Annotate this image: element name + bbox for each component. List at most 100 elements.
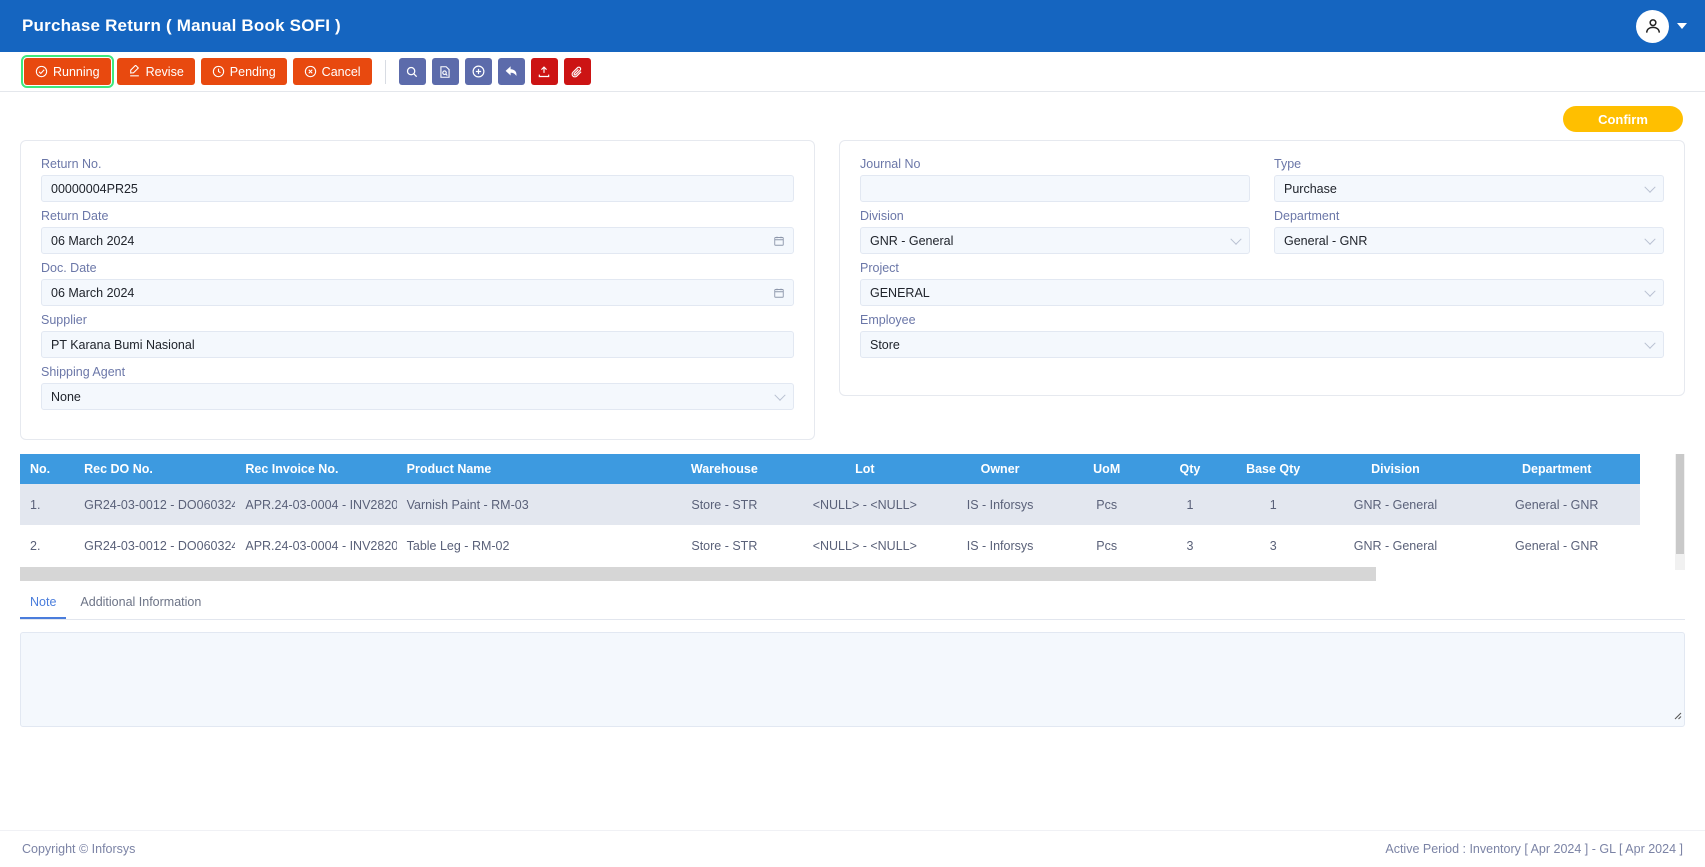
cell-lot: <NULL> - <NULL> <box>791 525 938 566</box>
chevron-down-icon[interactable] <box>774 389 786 401</box>
toolbar: Running Revise Pending Cancel <box>0 52 1705 92</box>
cell-qty: 3 <box>1150 525 1229 566</box>
chevron-down-icon[interactable] <box>1230 233 1242 245</box>
cell-warehouse: Store - STR <box>656 525 792 566</box>
column-header-owner[interactable]: Owner <box>937 454 1063 484</box>
note-textarea[interactable] <box>20 632 1685 727</box>
value-return-no: 00000004PR25 <box>51 181 138 196</box>
column-header-base-qty[interactable]: Base Qty <box>1228 454 1318 484</box>
column-header-qty[interactable]: Qty <box>1150 454 1229 484</box>
row-journal-type: Journal No Type Purchase <box>860 157 1664 209</box>
copyright-text: Copyright © Inforsys <box>22 842 136 856</box>
column-header-lot[interactable]: Lot <box>791 454 938 484</box>
status-button-revise[interactable]: Revise <box>116 58 195 85</box>
cell-base-qty: 3 <box>1228 525 1318 566</box>
active-period-text: Active Period : Inventory [ Apr 2024 ] -… <box>1385 842 1683 856</box>
status-button-running[interactable]: Running <box>21 55 114 88</box>
table-header: No. Rec DO No. Rec Invoice No. Product N… <box>20 454 1640 484</box>
select-shipping-agent[interactable]: None <box>41 383 794 410</box>
cell-lot: <NULL> - <NULL> <box>791 484 938 525</box>
table-row[interactable]: 2. GR24-03-0012 - DO060324 APR.24-03-000… <box>20 525 1640 566</box>
confirm-row: Confirm <box>20 92 1685 140</box>
label-return-no: Return No. <box>41 157 102 171</box>
add-button[interactable] <box>464 58 492 85</box>
value-return-date: 06 March 2024 <box>51 233 135 248</box>
label-type: Type <box>1274 157 1302 171</box>
column-header-rec-invoice-no[interactable]: Rec Invoice No. <box>235 454 397 484</box>
select-division[interactable]: GNR - General <box>860 227 1250 254</box>
chevron-down-icon[interactable] <box>1644 233 1656 245</box>
chevron-down-icon[interactable] <box>1644 337 1656 349</box>
cell-rec-do-no: GR24-03-0012 - DO060324 <box>74 525 236 566</box>
tab-additional-information[interactable]: Additional Information <box>70 588 211 619</box>
input-doc-date[interactable]: 06 March 2024 <box>41 279 794 306</box>
toolbar-divider <box>384 59 386 84</box>
scrollbar-thumb[interactable] <box>1676 454 1684 554</box>
calendar-icon[interactable] <box>773 235 785 250</box>
value-employee: Store <box>870 337 900 352</box>
input-journal-no[interactable] <box>860 175 1250 202</box>
cell-base-qty: 1 <box>1228 484 1318 525</box>
undo-arrow-icon <box>505 66 517 77</box>
calendar-icon[interactable] <box>773 287 785 302</box>
resize-handle-icon[interactable] <box>1670 707 1682 725</box>
app-header: Purchase Return ( Manual Book SOFI ) <box>0 0 1705 52</box>
check-circle-icon <box>35 65 48 78</box>
grid-horizontal-scrollbar[interactable] <box>20 566 1640 582</box>
cell-product-name: Table Leg - RM-02 <box>396 525 657 566</box>
status-button-pending[interactable]: Pending <box>200 58 287 85</box>
document-search-button[interactable] <box>431 58 459 85</box>
select-type[interactable]: Purchase <box>1274 175 1664 202</box>
select-employee[interactable]: Store <box>860 331 1664 358</box>
input-return-no[interactable]: 00000004PR25 <box>41 175 794 202</box>
chevron-down-icon[interactable] <box>1677 23 1687 29</box>
grid-viewport[interactable]: No. Rec DO No. Rec Invoice No. Product N… <box>20 454 1685 582</box>
value-shipping-agent: None <box>51 389 81 404</box>
field-return-no: Return No. 00000004PR25 <box>41 157 794 202</box>
value-department: General - GNR <box>1284 233 1368 248</box>
grid-vertical-scrollbar[interactable] <box>1675 454 1685 570</box>
cell-no: 1. <box>20 484 75 525</box>
select-department[interactable]: General - GNR <box>1274 227 1664 254</box>
user-icon <box>1645 19 1660 33</box>
search-button[interactable] <box>398 58 426 85</box>
page-title: Purchase Return ( Manual Book SOFI ) <box>22 16 341 35</box>
label-shipping-agent: Shipping Agent <box>41 365 126 379</box>
column-header-rec-do-no[interactable]: Rec DO No. <box>74 454 236 484</box>
user-menu[interactable] <box>1636 9 1687 43</box>
input-return-date[interactable]: 06 March 2024 <box>41 227 794 254</box>
column-header-product-name[interactable]: Product Name <box>396 454 657 484</box>
table-row[interactable]: 1. GR24-03-0012 - DO060324 APR.24-03-000… <box>20 484 1640 525</box>
field-division: Division GNR - General <box>860 209 1250 254</box>
column-header-no[interactable]: No. <box>20 454 75 484</box>
items-table: No. Rec DO No. Rec Invoice No. Product N… <box>20 454 1640 566</box>
input-supplier[interactable]: PT Karana Bumi Nasional <box>41 331 794 358</box>
cell-rec-do-no: GR24-03-0012 - DO060324 <box>74 484 236 525</box>
cell-warehouse: Store - STR <box>656 484 792 525</box>
column-header-warehouse[interactable]: Warehouse <box>656 454 792 484</box>
cell-uom: Pcs <box>1062 484 1151 525</box>
column-header-department[interactable]: Department <box>1473 454 1640 484</box>
column-header-uom[interactable]: UoM <box>1062 454 1151 484</box>
upload-button[interactable] <box>530 58 558 85</box>
tab-note[interactable]: Note <box>20 588 67 619</box>
undo-button[interactable] <box>497 58 525 85</box>
field-project: Project GENERAL <box>860 261 1664 306</box>
value-supplier: PT Karana Bumi Nasional <box>51 337 195 352</box>
status-button-cancel[interactable]: Cancel <box>292 58 372 85</box>
avatar[interactable] <box>1636 9 1669 43</box>
bottom-tabs: Note Additional Information <box>20 588 1685 620</box>
chevron-down-icon[interactable] <box>1644 285 1656 297</box>
attachment-button[interactable] <box>563 58 591 85</box>
chevron-down-icon[interactable] <box>1644 181 1656 193</box>
pencil-square-icon <box>129 65 139 77</box>
select-project[interactable]: GENERAL <box>860 279 1664 306</box>
cell-uom: Pcs <box>1062 525 1151 566</box>
scrollbar-thumb[interactable] <box>20 567 1376 581</box>
column-header-division[interactable]: Division <box>1317 454 1474 484</box>
table-header-row: No. Rec DO No. Rec Invoice No. Product N… <box>20 454 1640 484</box>
status-label: Cancel <box>321 64 361 79</box>
attachment-icon <box>571 66 582 77</box>
cell-department: General - GNR <box>1473 484 1640 525</box>
confirm-button[interactable]: Confirm <box>1563 106 1683 132</box>
